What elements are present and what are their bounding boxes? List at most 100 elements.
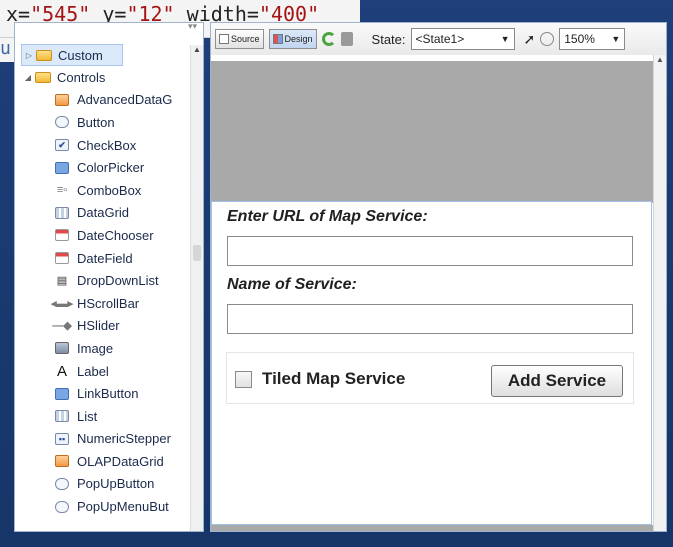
tree-item-advanced-datagrid[interactable]: AdvancedDataG xyxy=(15,89,191,112)
colorpicker-icon xyxy=(55,161,69,174)
advanced-datagrid-icon xyxy=(55,93,69,106)
tree-item-label: ComboBox xyxy=(77,182,142,198)
chevron-down-icon: ▼ xyxy=(611,34,621,44)
design-icon xyxy=(272,34,283,44)
source-button[interactable]: Source xyxy=(215,29,264,49)
tree-item-label: HSlider xyxy=(77,318,120,334)
tree-item-popupbutton[interactable]: PopUpButton xyxy=(15,473,191,496)
tree-item-image[interactable]: Image xyxy=(15,337,191,360)
scroll-up-icon[interactable]: ▲ xyxy=(654,55,666,64)
tiled-label: Tiled Map Service xyxy=(262,369,406,388)
zoom-select[interactable]: 150% ▼ xyxy=(559,28,626,50)
design-label: Design xyxy=(284,34,313,44)
canvas-background-top xyxy=(211,61,654,203)
collapse-arrow-icon[interactable]: ◢ xyxy=(21,73,35,82)
lock-icon[interactable] xyxy=(340,32,353,46)
canvas-background-bottom xyxy=(211,525,654,531)
expand-arrow-icon[interactable]: ▷ xyxy=(22,51,36,60)
tree-item-numericstepper[interactable]: ▪▪ NumericStepper xyxy=(15,428,191,451)
source-icon xyxy=(219,34,229,44)
service-name-label: Name of Service: xyxy=(227,276,357,293)
popupmenubutton-icon xyxy=(55,500,69,513)
options-row: Tiled Map Service Add Service xyxy=(226,352,634,404)
tree-item-label[interactable]: A Label xyxy=(15,360,191,383)
tree-item-hslider[interactable]: —◆ HSlider xyxy=(15,315,191,338)
pointer-icon[interactable]: ➚ xyxy=(524,31,536,48)
scrollbar-thumb[interactable] xyxy=(193,245,201,261)
datechooser-icon xyxy=(55,229,69,242)
tree-item-label: OLAPDataGrid xyxy=(77,453,164,469)
tree-item-label: PopUpMenuBut xyxy=(77,499,169,515)
checkbox-icon: ✔ xyxy=(55,139,69,152)
list-icon xyxy=(55,410,69,423)
map-service-form: Enter URL of Map Service: Name of Servic… xyxy=(211,201,652,525)
panel-header: ▾▾ xyxy=(15,23,203,33)
tree-item-label: HScrollBar xyxy=(77,295,140,311)
tree-item-popupmenubutton[interactable]: PopUpMenuBut xyxy=(15,495,191,518)
dropdownlist-icon: ▤ xyxy=(56,275,68,288)
url-label: Enter URL of Map Service: xyxy=(227,208,428,225)
zoom-value: 150% xyxy=(564,32,595,46)
components-scrollbar[interactable]: ▲ xyxy=(190,45,203,531)
components-panel: ▾▾ ▷ Custom ◢ Controls AdvancedDataG But… xyxy=(14,22,204,532)
folder-icon xyxy=(35,71,51,83)
folder-label: Custom xyxy=(58,47,103,63)
tree-folder-custom[interactable]: ▷ Custom xyxy=(21,44,123,66)
tree-item-label: Image xyxy=(77,340,114,356)
design-toolbar: Source Design State: <State1> ▼ ➚ 150% ▼ xyxy=(211,23,666,56)
url-input[interactable] xyxy=(227,236,633,266)
pan-icon[interactable] xyxy=(540,32,555,46)
tree-item-datefield[interactable]: DateField xyxy=(15,247,191,270)
refresh-icon[interactable] xyxy=(321,32,336,46)
tree-item-button[interactable]: Button xyxy=(15,111,191,134)
linkbutton-icon xyxy=(55,387,69,400)
button-icon xyxy=(55,116,69,129)
panel-menu-icon[interactable]: ▾▾ xyxy=(188,23,197,32)
hslider-icon: —◆ xyxy=(52,320,72,333)
tree-item-label: Button xyxy=(77,114,115,130)
tree-item-hscrollbar[interactable]: ◂▬▸ HScrollBar xyxy=(15,292,191,315)
tree-item-label: AdvancedDataG xyxy=(77,92,173,108)
label-icon: A xyxy=(56,362,67,380)
tree-item-datechooser[interactable]: DateChooser xyxy=(15,224,191,247)
tree-item-label: LinkButton xyxy=(77,386,139,402)
tree-item-datagrid[interactable]: DataGrid xyxy=(15,202,191,225)
datefield-icon xyxy=(55,252,69,265)
tree-item-label: DateChooser xyxy=(77,227,154,243)
design-view: Source Design State: <State1> ▼ ➚ 150% ▼ E… xyxy=(210,22,667,532)
tree-folder-controls[interactable]: ◢ Controls xyxy=(21,66,191,89)
image-icon xyxy=(55,342,69,355)
source-label: Source xyxy=(231,34,260,44)
scroll-up-icon[interactable]: ▲ xyxy=(191,45,203,54)
tree-item-linkbutton[interactable]: LinkButton xyxy=(15,382,191,405)
hscrollbar-icon: ◂▬▸ xyxy=(50,297,74,310)
tree-item-label: ColorPicker xyxy=(77,160,145,176)
folder-label: Controls xyxy=(57,69,106,85)
tree-item-olap-datagrid[interactable]: OLAPDataGrid xyxy=(15,450,191,473)
design-button[interactable]: Design xyxy=(268,29,317,49)
design-scrollbar[interactable]: ▲ xyxy=(653,55,666,531)
popupbutton-icon xyxy=(55,477,69,490)
tree-item-colorpicker[interactable]: ColorPicker xyxy=(15,156,191,179)
tiled-checkbox[interactable] xyxy=(235,371,252,388)
tree-item-label: Label xyxy=(77,363,109,379)
tree-item-label: List xyxy=(77,408,98,424)
tree-item-label: PopUpButton xyxy=(77,476,155,492)
tree-item-label: DateField xyxy=(77,250,133,266)
numericstepper-icon: ▪▪ xyxy=(55,432,69,445)
tree-item-label: CheckBox xyxy=(77,137,137,153)
state-value: <State1> xyxy=(415,32,465,46)
datagrid-icon xyxy=(55,206,69,219)
tree-item-combobox[interactable]: ≡▫ ComboBox xyxy=(15,179,191,202)
tree-item-label: DropDownList xyxy=(77,273,159,289)
component-tree: ▷ Custom ◢ Controls AdvancedDataG Button… xyxy=(15,44,191,518)
combobox-icon: ≡▫ xyxy=(56,184,68,197)
tree-item-dropdownlist[interactable]: ▤ DropDownList xyxy=(15,269,191,292)
state-label: State: xyxy=(371,31,406,47)
tree-item-label: NumericStepper xyxy=(77,431,171,447)
tree-item-checkbox[interactable]: ✔ CheckBox xyxy=(15,134,191,157)
tree-item-list[interactable]: List xyxy=(15,405,191,428)
add-service-button[interactable]: Add Service xyxy=(491,365,623,397)
service-name-input[interactable] xyxy=(227,304,633,334)
state-select[interactable]: <State1> ▼ xyxy=(410,28,515,50)
